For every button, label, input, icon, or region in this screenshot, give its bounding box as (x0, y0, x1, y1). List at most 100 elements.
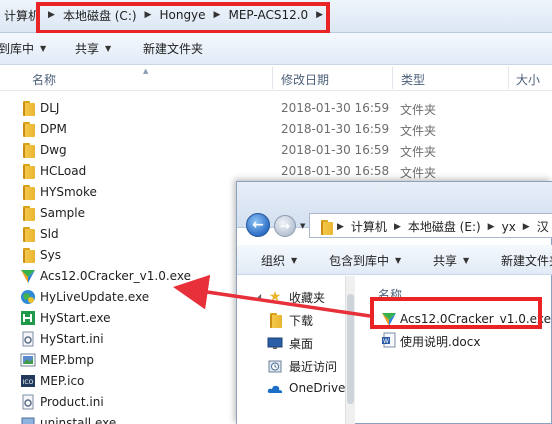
file-name: Dwg (40, 143, 67, 157)
sidebar-item-label: 最近访问 (289, 360, 338, 374)
file-name: DPM (40, 122, 67, 136)
column-divider[interactable] (392, 67, 393, 89)
recent-icon (267, 358, 283, 374)
column-name[interactable]: 名称 (32, 71, 56, 88)
column-divider[interactable] (508, 67, 509, 89)
file-name: 使用说明.docx (400, 335, 481, 349)
file-name: HyStart.ini (40, 332, 104, 346)
globe-icon (20, 289, 36, 305)
file-name: HyLiveUpdate.exe (40, 290, 150, 304)
toolbar: 到库中 ▼ 共享 ▼ 新建文件夹 (0, 33, 552, 65)
file-name: Sys (40, 248, 61, 262)
folder-icon (20, 205, 36, 221)
installer-icon (20, 415, 36, 424)
include-in-library-label: 包含到库中 (329, 253, 390, 268)
navigation-pane: ◢ ★ 收藏夹 下载 桌面 最近访问 OneDrive (237, 276, 345, 424)
breadcrumb-separator-icon[interactable]: ▶ (391, 222, 404, 232)
column-size[interactable]: 大小 (516, 71, 540, 88)
share-label: 共享 (433, 253, 458, 268)
sidebar-item-desktop[interactable]: 桌面 (237, 332, 345, 354)
breadcrumb-separator-icon[interactable]: ▶ (520, 222, 533, 232)
svg-text:ICO: ICO (23, 379, 34, 386)
include-in-library-button[interactable]: 到库中 ▼ (0, 33, 46, 64)
file-row[interactable]: DLJ 2018-01-30 16:59 文件夹 (0, 98, 552, 119)
file-date: 2018-01-30 16:59 (281, 122, 390, 136)
ico-file-icon: ICO (20, 373, 36, 389)
v-logo-icon (20, 268, 36, 284)
navigation-scrollbar[interactable] (345, 276, 355, 424)
file-type: 文件夹 (400, 145, 437, 159)
column-header-row: 名称 修改日期 类型 大小 (0, 65, 552, 91)
breadcrumb-current[interactable]: 汉 (533, 218, 552, 235)
settings-file-icon (20, 331, 36, 347)
image-file-icon (20, 352, 36, 368)
file-name: HYSmoke (40, 185, 97, 199)
breadcrumb-yx[interactable]: yx (498, 220, 520, 234)
sidebar-item-label: 收藏夹 (289, 291, 326, 305)
desktop-icon (267, 335, 283, 351)
breadcrumb-computer[interactable]: 计算机 (347, 218, 391, 235)
file-date: 2018-01-30 16:59 (281, 143, 390, 157)
breadcrumb-separator-icon[interactable]: ▶ (334, 222, 347, 232)
share-button[interactable]: 共享 ▼ (433, 245, 469, 275)
star-icon: ★ (268, 289, 282, 305)
svg-text:W: W (383, 338, 389, 345)
file-type: 文件夹 (400, 124, 437, 138)
file-name: uninstall.exe (40, 416, 117, 424)
file-name: MEP.bmp (40, 353, 95, 367)
file-row[interactable]: HCLoad 2018-01-30 16:58 文件夹 (0, 161, 552, 182)
column-date[interactable]: 修改日期 (281, 71, 329, 88)
arrow-left-icon: ← (252, 217, 264, 233)
file-highlight-box (370, 297, 542, 329)
file-row[interactable]: DPM 2018-01-30 16:59 文件夹 (0, 119, 552, 140)
file-row[interactable]: Dwg 2018-01-30 16:59 文件夹 (0, 140, 552, 161)
sidebar-item-label: 桌面 (289, 337, 314, 351)
new-folder-button[interactable]: 新建文件夹 (143, 33, 203, 64)
breadcrumb-drive-e[interactable]: 本地磁盘 (E:) (404, 218, 485, 235)
file-name: HCLoad (40, 164, 87, 178)
sidebar-item-label: OneDrive (289, 381, 346, 395)
sidebar-item-favorites[interactable]: ◢ ★ 收藏夹 (237, 286, 345, 308)
file-name: HyStart.exe (40, 311, 111, 325)
folder-icon (20, 142, 36, 158)
folder-icon (20, 163, 36, 179)
column-type[interactable]: 类型 (401, 71, 425, 88)
address-bar[interactable]: ▶ 计算机 ▶ 本地磁盘 (E:) ▶ yx ▶ 汉 (309, 213, 552, 238)
new-folder-button[interactable]: 新建文件夹 (501, 245, 552, 275)
address-highlight-box (36, 2, 330, 34)
share-button[interactable]: 共享 ▼ (75, 33, 111, 64)
sidebar-item-onedrive[interactable]: OneDrive (237, 378, 345, 400)
forward-button[interactable]: → (274, 215, 296, 237)
sort-arrow-icon: ▲ (143, 67, 149, 75)
scrollbar-thumb[interactable] (347, 294, 354, 404)
chevron-down-icon: ▼ (105, 44, 112, 53)
sidebar-item-downloads[interactable]: 下载 (237, 309, 345, 331)
file-name: Sample (40, 206, 85, 220)
folder-icon (20, 100, 36, 116)
file-type: 文件夹 (400, 103, 437, 117)
file-name: Product.ini (40, 395, 104, 409)
include-in-library-button[interactable]: 包含到库中 ▼ (329, 245, 401, 275)
share-label: 共享 (75, 42, 100, 56)
new-folder-label: 新建文件夹 (143, 42, 204, 56)
column-divider[interactable] (272, 67, 273, 89)
settings-file-icon (20, 394, 36, 410)
file-row[interactable]: W 使用说明.docx (356, 330, 552, 351)
organize-button[interactable]: 组织 ▼ (261, 245, 297, 275)
folder-icon (20, 184, 36, 200)
collapse-triangle-icon[interactable]: ◢ (255, 292, 261, 301)
file-type: 文件夹 (400, 166, 437, 180)
sidebar-item-recent[interactable]: 最近访问 (237, 355, 345, 377)
folder-icon (20, 226, 36, 242)
chevron-down-icon: ▼ (40, 44, 47, 53)
file-date: 2018-01-30 16:58 (281, 164, 390, 178)
toolbar: 组织 ▼ 包含到库中 ▼ 共享 ▼ 新建文件夹 (237, 245, 552, 275)
arrow-right-icon: → (279, 219, 291, 233)
breadcrumb-separator-icon[interactable]: ▶ (485, 222, 498, 232)
file-name: Acs12.0Cracker_v1.0.exe (40, 269, 191, 283)
cloud-icon (267, 381, 283, 397)
back-button[interactable]: ← (246, 213, 270, 237)
recent-pages-chevron-icon[interactable]: ▼ (300, 222, 305, 230)
file-date: 2018-01-30 16:59 (281, 101, 390, 115)
folder-icon (318, 219, 334, 235)
